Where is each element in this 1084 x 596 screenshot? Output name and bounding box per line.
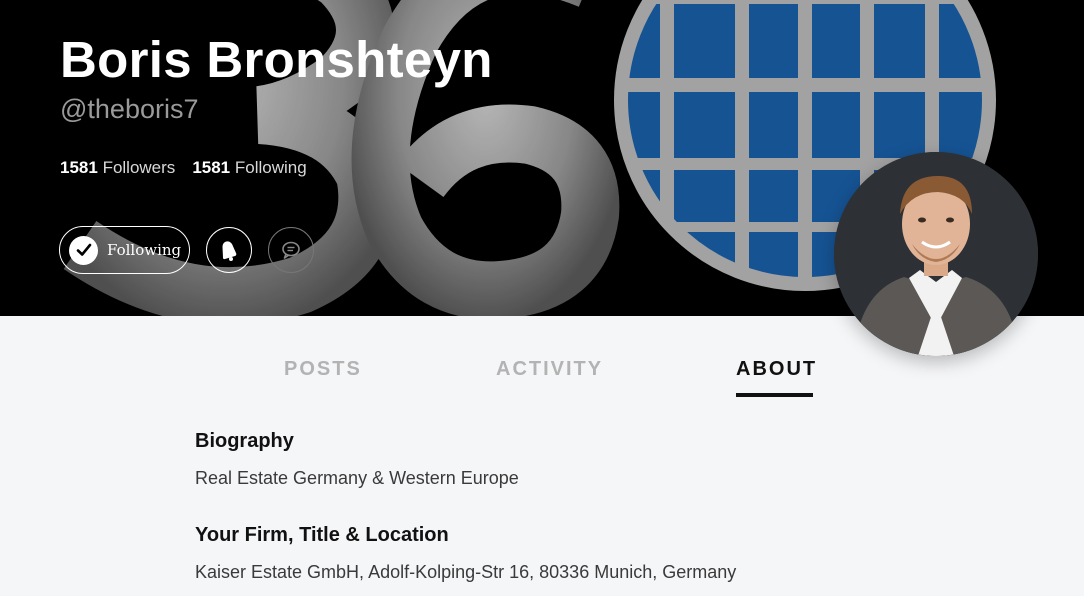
message-button[interactable] [268,227,314,273]
tab-about[interactable]: ABOUT [736,358,817,381]
biography-heading: Biography [195,430,294,452]
tab-posts[interactable]: POSTS [284,358,362,381]
following-button[interactable]: Following [59,226,190,274]
check-icon [69,235,98,265]
message-icon [282,241,300,259]
following-link[interactable]: 1581 Following [192,158,306,177]
active-tab-indicator [736,393,813,397]
profile-handle: @theboris7 [60,94,199,124]
biography-text: Real Estate Germany & Western Europe [195,468,519,488]
profile-name: Boris Bronshteyn [60,31,493,88]
following-button-label: Following [107,241,182,259]
notification-bell-button[interactable] [206,227,252,273]
firm-text: Kaiser Estate GmbH, Adolf-Kolping-Str 16… [195,562,737,582]
profile-tabs: POSTS ACTIVITY ABOUT [0,358,1084,398]
followers-count: 1581 [60,158,98,177]
profile-avatar [834,152,1038,356]
followers-link[interactable]: 1581 Followers [60,158,175,177]
profile-stats: 1581 Followers 1581 Following [60,158,307,178]
firm-heading: Your Firm, Title & Location [195,524,449,546]
followers-label: Followers [102,158,176,177]
tab-activity[interactable]: ACTIVITY [496,358,603,381]
following-label: Following [234,158,307,177]
following-count: 1581 [192,158,231,177]
bell-icon [222,241,237,261]
